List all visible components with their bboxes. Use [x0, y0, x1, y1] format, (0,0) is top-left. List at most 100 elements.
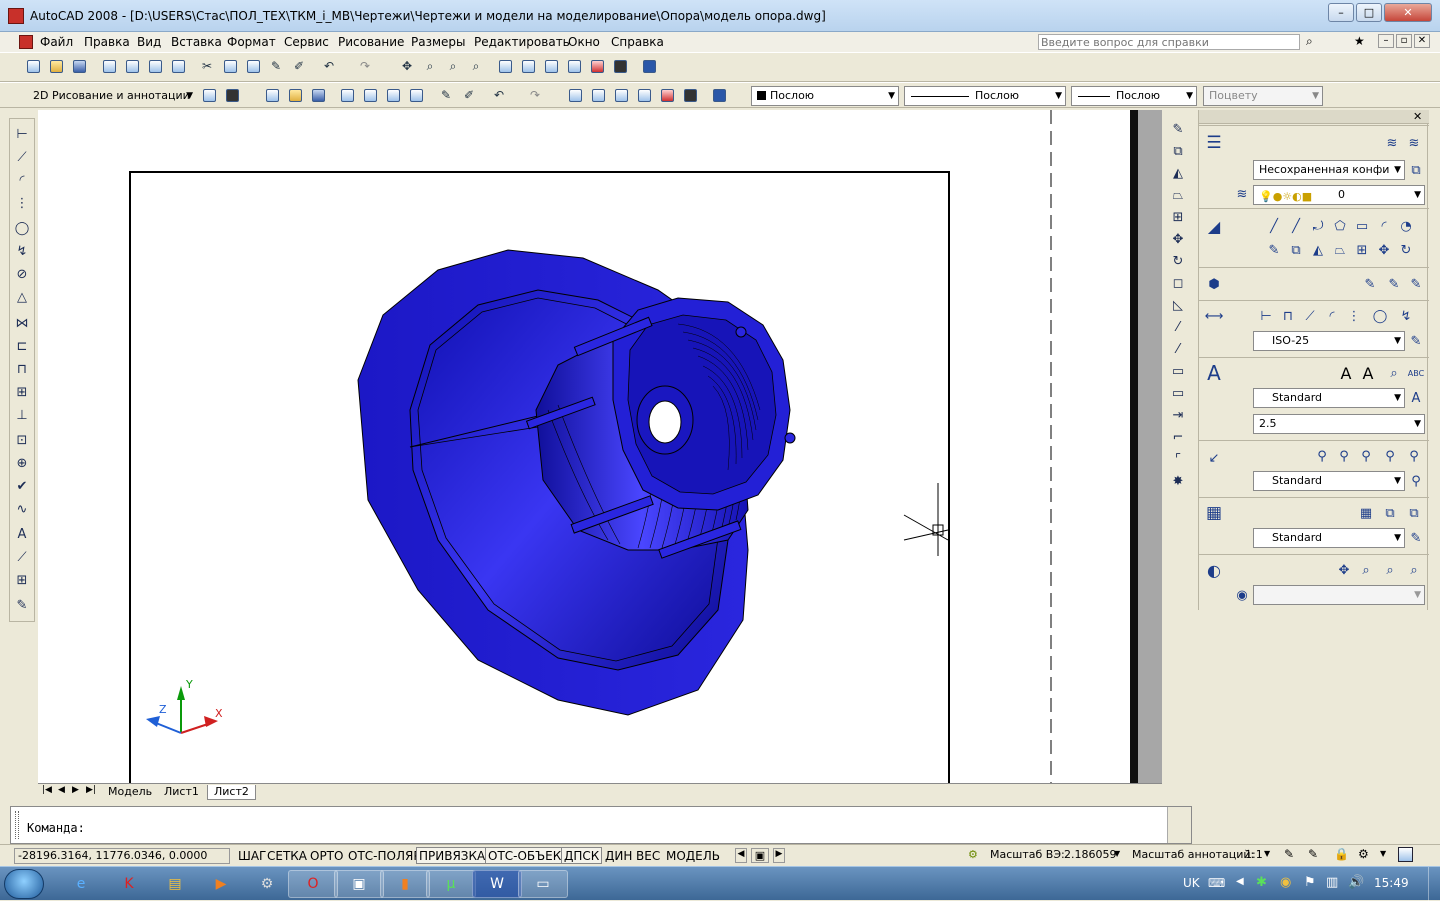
color-select[interactable]: Послою ▼: [751, 86, 899, 106]
tool-palettes-icon-2[interactable]: [612, 86, 630, 104]
quick-dim-icon[interactable]: ⋈: [13, 314, 31, 332]
save-app-icon[interactable]: ▣: [334, 870, 384, 898]
tool-icon[interactable]: ⚙: [242, 870, 292, 898]
doc-minimize-button[interactable]: –: [1378, 34, 1394, 48]
plot-preview-icon[interactable]: [123, 57, 141, 75]
dim-jogged-panel-icon[interactable]: ↯: [1397, 307, 1415, 325]
inspect-icon[interactable]: ✔: [13, 477, 31, 495]
model-toggle[interactable]: МОДЕЛЬ: [663, 847, 723, 864]
zoom-realtime-icon[interactable]: ⌕: [421, 57, 439, 75]
clean-screen-icon[interactable]: [223, 86, 241, 104]
panel-close-icon[interactable]: ✕: [1413, 110, 1422, 123]
move-icon[interactable]: ✥: [1169, 230, 1187, 248]
menu-view[interactable]: Вид: [137, 35, 161, 49]
find-text-icon[interactable]: ⌕: [1385, 364, 1403, 382]
tolerance-icon[interactable]: ⊡: [13, 431, 31, 449]
menu-modify[interactable]: Редактировать: [474, 35, 570, 49]
clock[interactable]: 15:49: [1374, 876, 1409, 890]
help-search-input[interactable]: [1038, 34, 1300, 50]
rectangle-icon[interactable]: ▭: [1353, 217, 1371, 235]
dim-continue-panel-icon[interactable]: ⊓: [1279, 307, 1297, 325]
vp-next-icon[interactable]: ▶: [773, 848, 785, 863]
match-properties-icon-2[interactable]: ✎: [437, 86, 455, 104]
lock-icon[interactable]: 🔒: [1334, 847, 1349, 861]
doc-icon[interactable]: [19, 35, 33, 49]
arc-length-icon[interactable]: ◜: [13, 171, 31, 189]
doc-close-button[interactable]: ✕: [1414, 34, 1430, 48]
tab-prev-icon[interactable]: ◀: [58, 785, 65, 795]
media-icon[interactable]: ▶: [196, 870, 246, 898]
publish-icon[interactable]: [146, 57, 164, 75]
star-icon[interactable]: ★: [1354, 34, 1365, 48]
dim-aligned-panel-icon[interactable]: ⟋: [1301, 307, 1319, 325]
anno-scale-value[interactable]: 1:1: [1245, 848, 1263, 861]
tool-palettes-icon[interactable]: [542, 57, 560, 75]
text-style-manager-icon[interactable]: A: [1407, 389, 1425, 407]
auto-scale-icon[interactable]: ✎: [1308, 847, 1318, 861]
menu-dimension[interactable]: Размеры: [411, 35, 466, 49]
spell-check-icon[interactable]: ABC: [1407, 364, 1425, 382]
multileader-style-select[interactable]: Standard ▼: [1253, 471, 1405, 491]
zoom-panel-icon[interactable]: ⌕: [1357, 561, 1375, 579]
calculator-icon[interactable]: [611, 57, 629, 75]
start-button[interactable]: [4, 869, 44, 899]
array-icon[interactable]: ⊞: [1169, 208, 1187, 226]
copy-icon[interactable]: [221, 57, 239, 75]
properties-icon[interactable]: [496, 57, 514, 75]
named-views-icon[interactable]: ◉: [1233, 586, 1251, 604]
align-leaders-icon[interactable]: ⚲: [1381, 447, 1399, 465]
tray-network-icon[interactable]: ▥: [1326, 875, 1338, 890]
add-scale-icon[interactable]: ✎: [1361, 275, 1379, 293]
search-icon[interactable]: ⌕: [1306, 34, 1313, 49]
office-icon[interactable]: ▮: [380, 870, 430, 898]
pan-icon[interactable]: ✥: [398, 57, 416, 75]
offset-icon[interactable]: ⏢: [1169, 186, 1187, 204]
mirror-icon[interactable]: ◭: [1169, 164, 1187, 182]
autocad-app-icon[interactable]: [8, 8, 24, 24]
single-line-text-icon[interactable]: A: [1359, 364, 1377, 383]
polyline-icon[interactable]: ╱: [1287, 217, 1305, 235]
ducs-toggle[interactable]: ДПСК: [561, 847, 603, 864]
space-icon[interactable]: ⊞: [13, 383, 31, 401]
osnap-toggle[interactable]: ПРИВЯЗКА: [416, 847, 489, 864]
table-style-manager-icon[interactable]: ✎: [1407, 529, 1425, 547]
arc-polyline-icon[interactable]: ⤾: [1309, 217, 1327, 235]
3d-dwf-icon[interactable]: [169, 57, 187, 75]
grid-toggle[interactable]: СЕТКА: [264, 847, 310, 864]
design-center-icon[interactable]: [519, 57, 537, 75]
fillet-icon[interactable]: ⌜: [1169, 450, 1187, 468]
tray-expand-icon[interactable]: ◀: [1236, 876, 1244, 887]
break-at-point-icon[interactable]: ▭: [1169, 362, 1187, 380]
command-grip[interactable]: [15, 811, 19, 839]
center-mark-icon[interactable]: ⊕: [13, 454, 31, 472]
markup-icon[interactable]: [588, 57, 606, 75]
dim-update-icon[interactable]: ⊞: [13, 571, 31, 589]
menu-tools[interactable]: Сервис: [284, 35, 329, 49]
help-icon-2[interactable]: [710, 86, 728, 104]
word-icon[interactable]: W: [472, 870, 522, 898]
zoom-previous-icon[interactable]: ⌕: [467, 57, 485, 75]
tray-flag-icon[interactable]: ⚑: [1304, 875, 1316, 890]
redo-icon[interactable]: ↷: [356, 57, 374, 75]
tab-last-icon[interactable]: ▶|: [86, 785, 96, 795]
plot-icon[interactable]: [100, 57, 118, 75]
add-leader-icon[interactable]: ⚲: [1335, 447, 1353, 465]
language-indicator[interactable]: UK: [1183, 876, 1200, 890]
new-icon-2[interactable]: [263, 86, 281, 104]
sheet-set-icon-2[interactable]: [635, 86, 653, 104]
scale-icon[interactable]: ◻: [1169, 274, 1187, 292]
break-object-icon[interactable]: ▭: [1169, 384, 1187, 402]
table-link-icon[interactable]: ⧉: [1405, 504, 1423, 522]
doc-restore-button[interactable]: ▫: [1396, 34, 1412, 48]
clean-screen-toggle-icon[interactable]: [1398, 847, 1413, 862]
plot-icon-2[interactable]: [338, 86, 356, 104]
join-icon[interactable]: ⇥: [1169, 406, 1187, 424]
dim-style-manager-icon[interactable]: ✎: [1407, 332, 1425, 350]
block-editor-icon-2[interactable]: ✐: [460, 86, 478, 104]
match-properties-icon[interactable]: ✎: [267, 57, 285, 75]
layer-select[interactable]: 💡●☼◐■ 0 ▼: [1253, 185, 1425, 205]
erase-panel-icon[interactable]: ✎: [1265, 241, 1283, 259]
explode-icon[interactable]: ✸: [1169, 472, 1187, 490]
vp-scale-dropdown-icon[interactable]: ▼: [1114, 849, 1120, 858]
autocad-task-icon[interactable]: ▭: [518, 870, 568, 898]
